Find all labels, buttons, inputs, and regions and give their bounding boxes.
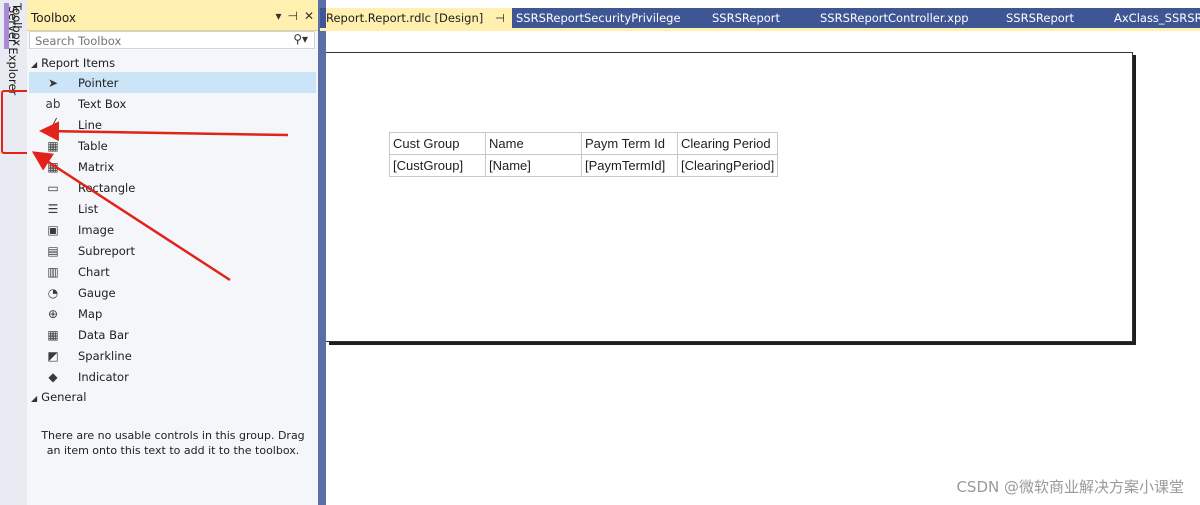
- toolbox-item-gauge[interactable]: ◔ Gauge: [27, 282, 318, 303]
- toolbox-item-table[interactable]: ▦ Table: [27, 135, 318, 156]
- watermark: CSDN @微软商业解决方案小课堂: [956, 478, 1184, 496]
- report-tablix[interactable]: Cust Group Name Paym Term Id Clearing Pe…: [389, 132, 779, 177]
- table-field-cell[interactable]: [CustGroup]: [389, 154, 486, 177]
- toolbox-side-tab-indicator: [4, 3, 9, 49]
- table-header-row: Cust Group Name Paym Term Id Clearing Pe…: [389, 132, 779, 155]
- toolbox-item-matrix[interactable]: ▦ Matrix: [27, 156, 318, 177]
- window-position-dropdown-icon[interactable]: ▾: [275, 9, 281, 23]
- toolbox-item-subreport[interactable]: ▤ Subreport: [27, 240, 318, 261]
- toolbox-item-map[interactable]: ⊕ Map: [27, 303, 318, 324]
- toolbox-item-label: Indicator: [78, 369, 129, 384]
- collapse-triangle-icon[interactable]: ◢: [31, 60, 37, 69]
- tab-label: SSRSReportController.xpp: [820, 11, 969, 25]
- panel-splitter[interactable]: [318, 0, 326, 505]
- toolbox-item-label: Line: [78, 117, 102, 132]
- gauge-icon: ◔: [47, 285, 59, 300]
- toolbox-search-box[interactable]: ⚲▾: [29, 31, 315, 49]
- general-group-header[interactable]: ◢ General: [31, 390, 86, 404]
- table-field-cell[interactable]: [Name]: [485, 154, 582, 177]
- table-icon: ▦: [47, 138, 59, 153]
- tab-ssrs-report-security-privilege[interactable]: SSRSReportSecurityPrivilege: [516, 8, 702, 28]
- side-tool-strip: Server Explorer Toolbox: [0, 0, 28, 505]
- toolbox-item-chart[interactable]: ▥ Chart: [27, 261, 318, 282]
- subreport-icon: ▤: [47, 243, 59, 258]
- toolbox-item-label: Sparkline: [78, 348, 132, 363]
- toolbox-item-indicator[interactable]: ◆ Indicator: [27, 366, 318, 387]
- toolbox-item-label: Rectangle: [78, 180, 136, 195]
- tab-ssrs-report-2[interactable]: SSRSReport: [1006, 8, 1106, 28]
- rectangle-icon: ▭: [47, 180, 59, 195]
- toolbox-item-label: Subreport: [78, 243, 136, 258]
- pin-tab-icon[interactable]: ⊣: [495, 11, 505, 25]
- toolbox-tab-highlight-box: [1, 90, 30, 154]
- toolbox-item-list[interactable]: ☰ List: [27, 198, 318, 219]
- general-header-label: General: [41, 390, 87, 404]
- toolbox-item-label: Data Bar: [78, 327, 129, 342]
- close-icon[interactable]: ✕: [304, 9, 314, 23]
- image-icon: ▣: [47, 222, 59, 237]
- toolbox-item-data-bar[interactable]: ▦ Data Bar: [27, 324, 318, 345]
- map-icon: ⊕: [47, 306, 59, 321]
- toolbox-title: Toolbox: [31, 11, 76, 25]
- tab-ssrs-report-controller[interactable]: SSRSReportController.xpp: [820, 8, 996, 28]
- report-items-header-label: Report Items: [41, 56, 116, 70]
- tab-label: SSRSReportSecurityPrivilege: [516, 11, 681, 25]
- toolbox-item-label: Chart: [78, 264, 110, 279]
- tab-report-design[interactable]: Report.Report.rdlc [Design] ⊣ ✕: [326, 8, 512, 28]
- toolbox-item-text-box[interactable]: ab Text Box: [27, 93, 318, 114]
- toolbox-item-label: List: [78, 201, 99, 216]
- table-field-cell[interactable]: [ClearingPeriod]: [676, 154, 779, 177]
- search-input[interactable]: [33, 33, 287, 49]
- report-body[interactable]: [326, 52, 1133, 342]
- line-icon: ╱: [49, 117, 57, 132]
- toolbox-item-label: Matrix: [78, 159, 115, 174]
- toolbox-item-label: Map: [78, 306, 103, 321]
- toolbox-side-tab-label: Toolbox: [10, 3, 24, 47]
- toolbox-item-label: Image: [78, 222, 115, 237]
- table-header-cell[interactable]: Cust Group: [389, 132, 486, 155]
- toolbox-item-rectangle[interactable]: ▭ Rectangle: [27, 177, 318, 198]
- toolbox-panel: Toolbox ▾ ⊣ ✕ ⚲▾ ◢ Report Items ➤ Pointer a…: [27, 0, 319, 505]
- tab-label: AxClass_SSRSRe: [1114, 11, 1200, 25]
- toolbox-title-bar: Toolbox ▾ ⊣ ✕: [27, 0, 318, 31]
- toolbox-item-line[interactable]: ╱ Line: [27, 114, 318, 135]
- collapse-triangle-icon[interactable]: ◢: [31, 394, 37, 403]
- indicator-icon: ◆: [48, 369, 58, 384]
- report-items-group-header[interactable]: ◢ Report Items: [31, 56, 115, 70]
- textbox-icon: ab: [45, 96, 61, 111]
- report-items-list: ➤ Pointer ab Text Box ╱ Line ▦ Table ▦ Matrix ▭ Rec…: [27, 72, 318, 387]
- tab-ssrs-report-1[interactable]: SSRSReport: [712, 8, 808, 28]
- chart-icon: ▥: [47, 264, 59, 279]
- list-icon: ☰: [47, 201, 59, 216]
- sparkline-icon: ◩: [47, 348, 59, 363]
- table-header-cell[interactable]: Clearing Period: [676, 132, 779, 155]
- table-header-cell[interactable]: Name: [485, 132, 582, 155]
- tab-axclass-ssrs[interactable]: AxClass_SSRSRe: [1114, 8, 1200, 28]
- toolbox-item-label: Table: [78, 138, 108, 153]
- toolbox-side-tab[interactable]: Toolbox: [0, 0, 24, 54]
- matrix-icon: ▦: [47, 159, 59, 174]
- auto-hide-pin-icon[interactable]: ⊣: [287, 9, 297, 23]
- tab-label: SSRSReport: [712, 11, 781, 25]
- table-header-cell[interactable]: Paym Term Id: [581, 132, 678, 155]
- search-icon[interactable]: ⚲▾: [293, 32, 308, 46]
- general-empty-message: There are no usable controls in this gro…: [41, 429, 305, 457]
- table-field-cell[interactable]: [PaymTermId]: [581, 154, 678, 177]
- pointer-icon: ➤: [47, 75, 59, 90]
- toolbox-item-sparkline[interactable]: ◩ Sparkline: [27, 345, 318, 366]
- toolbox-item-image[interactable]: ▣ Image: [27, 219, 318, 240]
- toolbox-item-pointer[interactable]: ➤ Pointer: [29, 72, 316, 93]
- databar-icon: ▦: [47, 327, 59, 342]
- toolbox-item-label: Text Box: [78, 96, 127, 111]
- toolbox-item-label: Pointer: [78, 75, 119, 90]
- tab-label: Report.Report.rdlc [Design]: [326, 11, 484, 25]
- toolbox-item-label: Gauge: [78, 285, 116, 300]
- table-detail-row: [CustGroup] [Name] [PaymTermId] [Clearin…: [389, 154, 779, 177]
- tab-label: SSRSReport: [1006, 11, 1075, 25]
